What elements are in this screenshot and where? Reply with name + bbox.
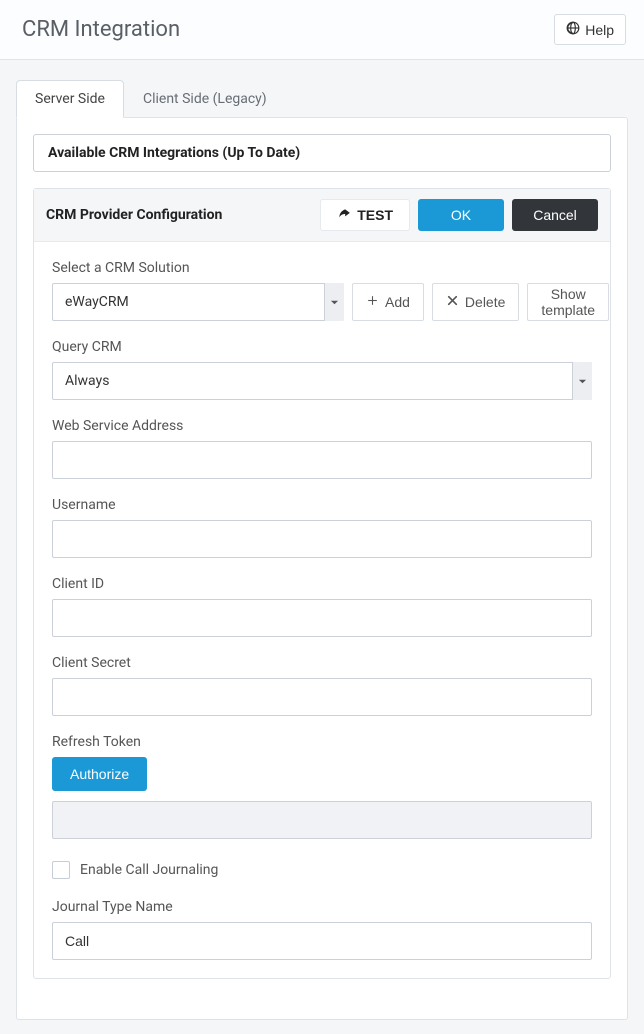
tab-label: Server Side (35, 91, 105, 107)
select-crm-label: Select a CRM Solution (52, 260, 592, 276)
query-crm-select[interactable]: Always (52, 362, 592, 400)
authorize-label: Authorize (70, 766, 129, 782)
config-title: CRM Provider Configuration (46, 207, 222, 223)
client-id-input[interactable] (52, 599, 592, 637)
main-panel: Available CRM Integrations (Up To Date) … (16, 117, 628, 1020)
plus-icon (366, 294, 379, 310)
query-crm-value: Always (52, 362, 592, 400)
web-service-label: Web Service Address (52, 418, 592, 434)
share-arrow-icon (337, 207, 351, 224)
ok-label: OK (451, 207, 471, 223)
show-template-button[interactable]: Show template (527, 283, 609, 321)
ok-button[interactable]: OK (418, 199, 504, 231)
config-header: CRM Provider Configuration TEST OK C (34, 189, 610, 242)
client-secret-input[interactable] (52, 678, 592, 716)
refresh-token-display (52, 801, 592, 839)
delete-label: Delete (465, 294, 505, 310)
enable-journaling-checkbox[interactable] (52, 861, 70, 879)
username-input[interactable] (52, 520, 592, 558)
tabs: Server Side Client Side (Legacy) (16, 80, 628, 117)
client-id-label: Client ID (52, 576, 592, 592)
cancel-label: Cancel (533, 207, 577, 223)
available-label: Available CRM Integrations (Up To Date) (48, 145, 300, 161)
client-secret-label: Client Secret (52, 655, 592, 671)
page-title: CRM Integration (22, 17, 180, 42)
enable-journaling-label: Enable Call Journaling (80, 862, 218, 878)
refresh-token-label: Refresh Token (52, 734, 592, 750)
cancel-button[interactable]: Cancel (512, 199, 598, 231)
help-icon (566, 21, 580, 38)
help-button[interactable]: Help (554, 14, 626, 45)
tab-client-side[interactable]: Client Side (Legacy) (124, 80, 286, 117)
test-button[interactable]: TEST (320, 199, 410, 231)
add-label: Add (385, 294, 410, 310)
add-button[interactable]: Add (352, 283, 424, 321)
test-label: TEST (357, 207, 393, 223)
available-integrations-bar: Available CRM Integrations (Up To Date) (33, 134, 611, 172)
username-label: Username (52, 497, 592, 513)
journal-type-input[interactable] (52, 922, 592, 960)
delete-button[interactable]: Delete (432, 283, 519, 321)
query-crm-label: Query CRM (52, 339, 592, 355)
crm-solution-value: eWayCRM (52, 283, 344, 321)
help-label: Help (585, 22, 614, 38)
x-icon (446, 294, 459, 310)
journal-type-label: Journal Type Name (52, 899, 592, 915)
page-header: CRM Integration Help (0, 0, 644, 60)
authorize-button[interactable]: Authorize (52, 757, 147, 791)
web-service-input[interactable] (52, 441, 592, 479)
tab-label: Client Side (Legacy) (143, 91, 267, 107)
show-template-label: Show template (541, 286, 595, 318)
crm-solution-select[interactable]: eWayCRM (52, 283, 344, 321)
config-card: CRM Provider Configuration TEST OK C (33, 188, 611, 979)
tab-server-side[interactable]: Server Side (16, 80, 124, 118)
